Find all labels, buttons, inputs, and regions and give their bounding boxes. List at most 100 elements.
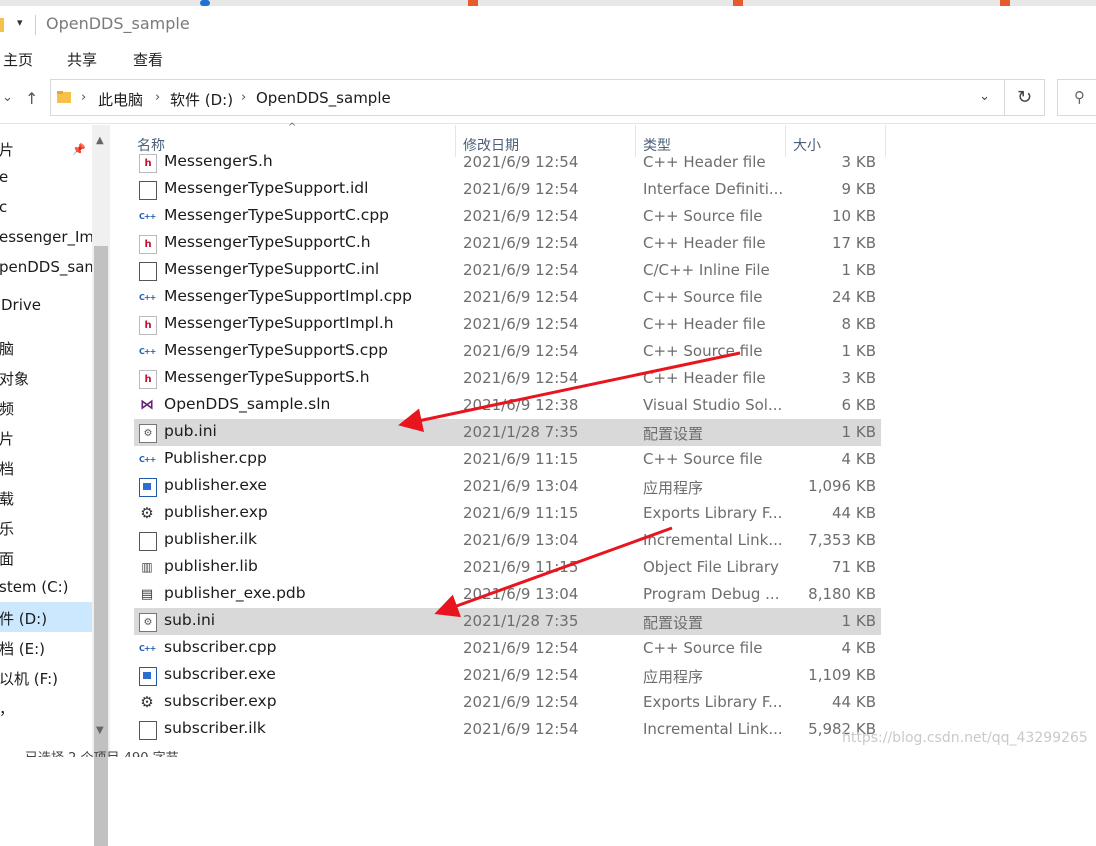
file-row[interactable]: ⚙ sub.ini 2021/1/28 7:35 配置设置 1 KB (134, 608, 881, 635)
nav-item[interactable]: c (0, 192, 92, 222)
column-size[interactable]: 大小 (793, 135, 821, 155)
column-type[interactable]: 类型 (643, 135, 671, 155)
file-name: subscriber.cpp (164, 638, 277, 656)
file-row[interactable]: C++ Publisher.cpp 2021/6/9 11:15 C++ Source… (134, 446, 881, 473)
nav-item[interactable]: 频 (0, 392, 92, 422)
file-size: 8 KB (841, 315, 876, 333)
file-date: 2021/1/28 7:35 (463, 423, 579, 441)
scroll-up-icon[interactable]: ▲ (96, 135, 104, 146)
ribbon-tabs: 主页 共享 查看 (0, 40, 1096, 75)
file-row[interactable]: h MessengerS.h 2021/6/9 12:54 C++ Header fi… (134, 154, 881, 176)
column-name[interactable]: 名称 (137, 135, 165, 155)
file-date: 2021/6/9 12:54 (463, 666, 579, 684)
recent-locations-chevron-icon[interactable]: ⌄ (2, 90, 13, 105)
file-row[interactable]: publisher.ilk 2021/6/9 13:04 Incremental L… (134, 527, 881, 554)
breadcrumb-drive-d[interactable]: 软件 (D:) (170, 89, 233, 110)
file-row[interactable]: ⚙ publisher.exp 2021/6/9 11:15 Exports Libr… (134, 500, 881, 527)
file-row[interactable]: MessengerTypeSupportC.inl 2021/6/9 12:54 C… (134, 257, 881, 284)
file-row[interactable]: h MessengerTypeSupportImpl.h 2021/6/9 12:5… (134, 311, 881, 338)
column-divider[interactable] (635, 125, 636, 157)
up-arrow-icon[interactable]: ↑ (25, 89, 38, 108)
pin-icon[interactable]: 📌 (72, 143, 86, 156)
quick-access-dropdown[interactable]: ▾ (17, 16, 23, 29)
exe-icon (139, 667, 157, 686)
file-row[interactable]: C++ MessengerTypeSupportS.cpp 2021/6/9 12:… (134, 338, 881, 365)
nav-item[interactable]: 片 (0, 422, 92, 452)
nav-item[interactable]: 档 (0, 452, 92, 482)
tab-view[interactable]: 查看 (133, 49, 163, 70)
file-row[interactable]: C++ MessengerTypeSupportC.cpp 2021/6/9 12:… (134, 203, 881, 230)
file-size: 1 KB (841, 423, 876, 441)
file-row[interactable]: subscriber.exe 2021/6/9 12:54 应用程序 1,109 KB (134, 662, 881, 689)
file-size: 3 KB (841, 154, 876, 171)
file-date: 2021/6/9 12:54 (463, 315, 579, 333)
nav-item[interactable]: 对象 (0, 362, 92, 392)
nav-item[interactable]: 乐 (0, 512, 92, 542)
tab-home[interactable]: 主页 (3, 49, 33, 70)
file-row[interactable]: C++ MessengerTypeSupportImpl.cpp 2021/6/9 … (134, 284, 881, 311)
file-row[interactable]: ⚙ pub.ini 2021/1/28 7:35 配置设置 1 KB (134, 419, 881, 446)
document-icon (139, 181, 157, 200)
nav-scrollbar[interactable]: ▲ ▼ (92, 125, 110, 846)
nav-item-label: 以机 (F:) (0, 670, 58, 688)
address-dropdown-icon[interactable]: ⌄ (979, 89, 990, 104)
nav-item-label: stem (C:) (0, 578, 69, 596)
file-row[interactable]: subscriber.ilk 2021/6/9 12:54 Incremental … (134, 716, 881, 743)
file-row[interactable]: publisher.exe 2021/6/9 13:04 应用程序 1,096 KB (134, 473, 881, 500)
nav-item[interactable]: stem (C:) (0, 572, 92, 602)
breadcrumb-chevron-icon[interactable]: › (155, 90, 160, 105)
column-divider[interactable] (455, 125, 456, 157)
file-row[interactable]: MessengerTypeSupport.idl 2021/6/9 12:54 In… (134, 176, 881, 203)
file-row[interactable]: h MessengerTypeSupportC.h 2021/6/9 12:54 C+… (134, 230, 881, 257)
file-name: subscriber.ilk (164, 719, 266, 737)
file-size: 17 KB (832, 234, 876, 252)
file-row[interactable]: C++ subscriber.cpp 2021/6/9 12:54 C++ Sourc… (134, 635, 881, 662)
file-row[interactable]: ▤ publisher_exe.pdb 2021/6/9 13:04 Program … (134, 581, 881, 608)
nav-item[interactable]: 件 (D:) (0, 602, 92, 632)
nav-item[interactable]: ， (0, 692, 92, 722)
file-name: sub.ini (164, 611, 216, 629)
cpp-file-icon: C++ (139, 293, 156, 302)
column-divider[interactable] (785, 125, 786, 157)
file-type: Incremental Link... (643, 720, 783, 738)
column-date[interactable]: 修改日期 (463, 135, 519, 155)
breadcrumb-chevron-icon[interactable]: › (241, 90, 246, 105)
scroll-down-icon[interactable]: ▼ (96, 725, 104, 736)
nav-item[interactable]: 脑 (0, 332, 92, 362)
file-row[interactable]: h MessengerTypeSupportS.h 2021/6/9 12:54 C+… (134, 365, 881, 392)
breadcrumb-folder[interactable]: OpenDDS_sample (256, 89, 391, 107)
address-bar[interactable]: › 此电脑 › 软件 (D:) › OpenDDS_sample ⌄ (50, 79, 1005, 116)
exe-icon (139, 478, 157, 497)
nav-item[interactable]: 片 📌 (0, 133, 92, 163)
nav-item[interactable]: 面 (0, 542, 92, 572)
nav-item[interactable]: essenger_Imp (0, 222, 92, 252)
file-name: MessengerS.h (164, 154, 273, 170)
nav-item[interactable]: 载 (0, 482, 92, 512)
file-name: MessengerTypeSupportC.cpp (164, 206, 389, 224)
nav-item[interactable]: 档 (E:) (0, 632, 92, 662)
nav-item[interactable]: 以机 (F:) (0, 662, 92, 692)
h-file-icon: h (139, 316, 157, 335)
file-name: publisher.lib (164, 557, 258, 575)
breadcrumb-this-pc[interactable]: 此电脑 (98, 89, 143, 110)
nav-item-label: 档 (E:) (0, 640, 46, 658)
tab-share[interactable]: 共享 (67, 49, 97, 70)
nav-item[interactable]: e (0, 162, 92, 192)
nav-item[interactable]: Drive (0, 290, 92, 320)
breadcrumb-chevron-icon[interactable]: › (81, 90, 86, 105)
file-row[interactable]: ▥ publisher.lib 2021/6/9 11:15 Object File … (134, 554, 881, 581)
column-divider[interactable] (885, 125, 886, 157)
file-size: 6 KB (841, 396, 876, 414)
file-name: pub.ini (164, 422, 217, 440)
refresh-icon[interactable]: ↻ (1005, 79, 1045, 116)
nav-item[interactable]: penDDS_samp (0, 252, 92, 282)
nav-item-label: 对象 (0, 370, 30, 388)
navigation-pane: 片📌ecessenger_ImppenDDS_samp Drive 脑对象频片档载乐… (0, 125, 92, 757)
search-box[interactable]: ⚲ (1057, 79, 1096, 116)
file-row[interactable]: ⚙ subscriber.exp 2021/6/9 12:54 Exports Lib… (134, 689, 881, 716)
file-type: C++ Source file (643, 288, 763, 306)
file-row[interactable]: ⋈ OpenDDS_sample.sln 2021/6/9 12:38 Visual … (134, 392, 881, 419)
file-date: 2021/6/9 13:04 (463, 585, 579, 603)
nav-item-label: ， (0, 700, 15, 718)
file-size: 7,353 KB (808, 531, 876, 549)
